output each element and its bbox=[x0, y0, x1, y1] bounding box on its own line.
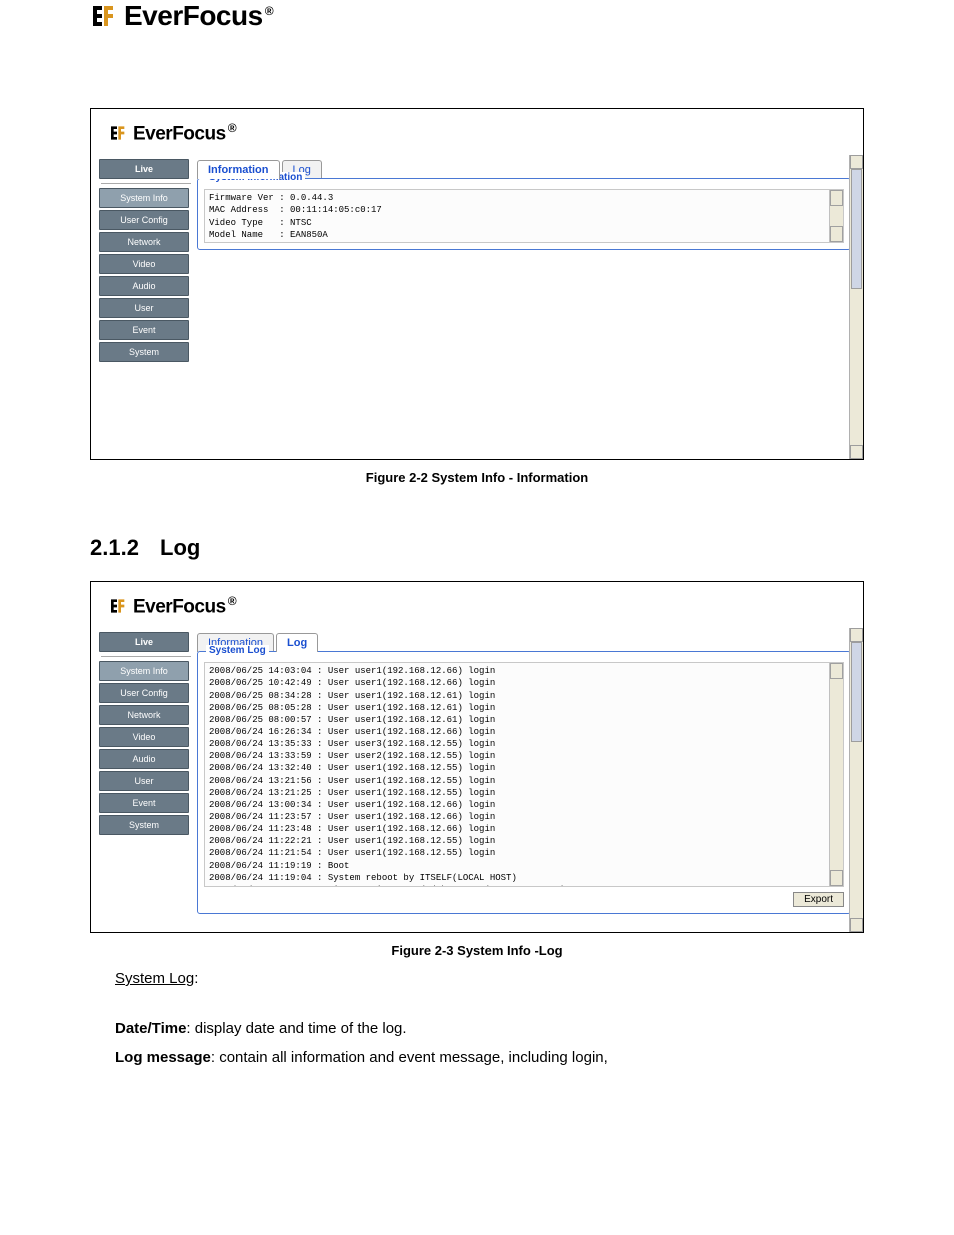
system-information-textarea[interactable]: Firmware Ver : 0.0.44.3 MAC Address : 00… bbox=[204, 189, 844, 243]
window-scrollbar[interactable] bbox=[849, 628, 863, 932]
body-line-datetime: Date/Time: display date and time of the … bbox=[115, 1016, 864, 1042]
sidebar-item-system[interactable]: System bbox=[99, 342, 189, 362]
sidebar-item-user[interactable]: User bbox=[99, 771, 189, 791]
scroll-up-icon[interactable] bbox=[850, 628, 863, 642]
scrollbar-thumb[interactable] bbox=[851, 642, 862, 742]
export-button[interactable]: Export bbox=[793, 892, 844, 907]
page-header-logo: EverFocus® bbox=[0, 0, 954, 32]
sidebar-item-system-info[interactable]: System Info bbox=[99, 188, 189, 208]
sidebar-item-system[interactable]: System bbox=[99, 815, 189, 835]
sidebar-item-video[interactable]: Video bbox=[99, 254, 189, 274]
textarea-scrollbar[interactable] bbox=[829, 190, 843, 242]
sidebar-item-user-config[interactable]: User Config bbox=[99, 210, 189, 230]
tab-information[interactable]: Information bbox=[197, 160, 280, 179]
figure-1-caption: Figure 2-2 System Info - Information bbox=[90, 470, 864, 485]
sidebar-separator bbox=[101, 183, 191, 184]
sidebar-item-network[interactable]: Network bbox=[99, 705, 189, 725]
sidebar-item-event[interactable]: Event bbox=[99, 320, 189, 340]
sidebar-item-event[interactable]: Event bbox=[99, 793, 189, 813]
fieldset-legend: System Log bbox=[206, 645, 269, 656]
system-log-textarea[interactable]: 2008/06/25 14:03:04 : User user1(192.168… bbox=[204, 662, 844, 887]
sidebar-item-audio[interactable]: Audio bbox=[99, 749, 189, 769]
sidebar-item-network[interactable]: Network bbox=[99, 232, 189, 252]
tab-bar: Information Log bbox=[197, 632, 857, 651]
tab-log[interactable]: Log bbox=[276, 633, 318, 652]
sidebar-item-audio[interactable]: Audio bbox=[99, 276, 189, 296]
figure-2-screenshot: EverFocus® Live System Info User Config … bbox=[90, 581, 864, 933]
brand-name: EverFocus® bbox=[133, 594, 236, 618]
everfocus-logo-icon bbox=[109, 596, 129, 616]
sidebar-item-user[interactable]: User bbox=[99, 298, 189, 318]
sidebar-item-system-info[interactable]: System Info bbox=[99, 661, 189, 681]
scroll-up-icon[interactable] bbox=[850, 155, 863, 169]
sidebar-nav: Live System Info User Config Network Vid… bbox=[91, 153, 197, 370]
everfocus-logo-icon bbox=[90, 1, 120, 31]
sidebar-item-user-config[interactable]: User Config bbox=[99, 683, 189, 703]
sidebar-item-live[interactable]: Live bbox=[99, 159, 189, 179]
body-heading: System Log: bbox=[115, 966, 864, 992]
body-line-logmessage: Log message: contain all information and… bbox=[115, 1045, 864, 1071]
sidebar-item-video[interactable]: Video bbox=[99, 727, 189, 747]
scroll-down-icon[interactable] bbox=[850, 445, 863, 459]
brand-name: EverFocus® bbox=[124, 0, 273, 32]
scroll-down-icon[interactable] bbox=[850, 918, 863, 932]
scrollbar-thumb[interactable] bbox=[851, 169, 862, 289]
system-information-fieldset: System Information Firmware Ver : 0.0.44… bbox=[197, 178, 851, 250]
system-log-fieldset: System Log 2008/06/25 14:03:04 : User us… bbox=[197, 651, 851, 914]
brand-name: EverFocus® bbox=[133, 121, 236, 145]
section-heading: 2.1.2Log bbox=[90, 535, 864, 561]
sidebar-item-live[interactable]: Live bbox=[99, 632, 189, 652]
figure-1-screenshot: EverFocus® Live System Info User Config … bbox=[90, 108, 864, 460]
figure-2-caption: Figure 2-3 System Info -Log bbox=[90, 943, 864, 958]
textarea-scrollbar[interactable] bbox=[829, 663, 843, 886]
everfocus-logo-icon bbox=[109, 123, 129, 143]
window-scrollbar[interactable] bbox=[849, 155, 863, 459]
sidebar-nav: Live System Info User Config Network Vid… bbox=[91, 626, 197, 843]
sidebar-separator bbox=[101, 656, 191, 657]
